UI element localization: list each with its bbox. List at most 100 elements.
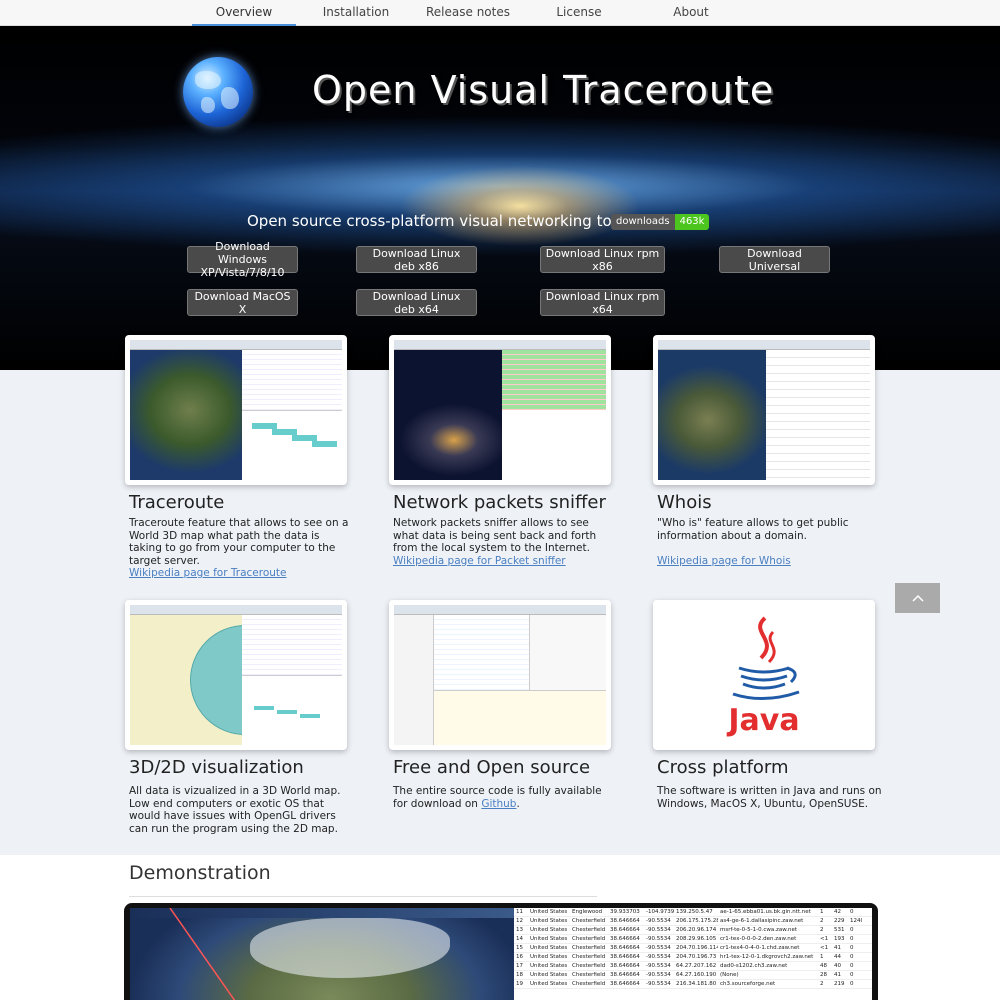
feature-title-open-source: Free and Open source: [393, 757, 591, 778]
download-linux-deb-x86-button[interactable]: Download Linux deb x86: [356, 246, 477, 273]
wikipedia-sniffer-link[interactable]: Wikipedia page for Packet sniffer: [393, 555, 566, 567]
table-cell: 1240: [850, 918, 862, 924]
table-cell: United States: [530, 918, 568, 924]
badge-value: 463k: [674, 214, 710, 230]
table-cell: 48: [820, 963, 827, 969]
feature-text-visualization: All data is vizualized in a 3D World map…: [129, 785, 341, 835]
table-cell: 11: [516, 909, 523, 915]
table-cell: United States: [530, 936, 568, 942]
table-cell: Englewood: [572, 909, 603, 915]
table-row[interactable]: 17 United States Chesterfield 38.646664 -90.…: [514, 962, 872, 971]
java-logo-card: Java: [653, 600, 875, 750]
github-link[interactable]: Github: [481, 798, 516, 810]
feature-title-cross-platform: Cross platform: [657, 757, 789, 778]
table-cell: 17: [516, 963, 523, 969]
table-cell: United States: [530, 909, 568, 915]
demonstration-title: Demonstration: [129, 862, 271, 884]
table-cell: 2: [820, 927, 824, 933]
java-logo-text: Java: [726, 703, 799, 738]
traceroute-screenshot[interactable]: [125, 335, 347, 485]
demo-map: [130, 908, 514, 1000]
table-cell: 0: [850, 945, 854, 951]
table-cell: 13: [516, 927, 523, 933]
wikipedia-traceroute-link[interactable]: Wikipedia page for Traceroute: [129, 567, 286, 579]
table-cell: -90.5534: [646, 981, 671, 987]
table-cell: 0: [850, 954, 854, 960]
table-row[interactable]: 12 United States Chesterfield 38.646664 -90.…: [514, 917, 872, 926]
site-title: Open Visual Traceroute: [312, 68, 775, 112]
table-cell: 41: [834, 972, 841, 978]
table-cell: 41: [834, 945, 841, 951]
table-cell: 64.27.207.162: [676, 963, 717, 969]
java-logo-icon: Java: [726, 616, 800, 738]
download-linux-rpm-x64-button[interactable]: Download Linux rpm x64: [540, 289, 665, 316]
table-row[interactable]: 13 United States Chesterfield 38.646664 -90.…: [514, 926, 872, 935]
visualization-screenshot[interactable]: [125, 600, 347, 750]
download-linux-deb-x64-button[interactable]: Download Linux deb x64: [356, 289, 477, 316]
downloads-badge: downloads 463k: [611, 214, 710, 230]
table-cell: 40: [834, 963, 841, 969]
nav-overview[interactable]: Overview: [192, 5, 296, 26]
table-row[interactable]: 14 United States Chesterfield 38.646664 -90.…: [514, 935, 872, 944]
table-row[interactable]: 11 United States Englewood 39.933703 -104.97…: [514, 908, 872, 917]
table-cell: hr1-tex-12-0-1.dkgrovch2.zaw.net: [720, 954, 814, 960]
feature-title-whois: Whois: [657, 492, 712, 513]
table-cell: 216.34.181.80: [676, 981, 717, 987]
table-cell: 204.70.196.114: [676, 945, 718, 951]
sniffer-screenshot[interactable]: [389, 335, 611, 485]
download-macos-button[interactable]: Download MacOS X: [187, 289, 298, 316]
table-cell: as4-ge-6-1.dallasipinc.zaw.net: [720, 918, 804, 924]
table-cell: -90.5534: [646, 954, 671, 960]
source-code-screenshot[interactable]: [389, 600, 611, 750]
table-cell: United States: [530, 963, 568, 969]
feature-desc-suffix: .: [516, 797, 520, 810]
table-cell: 42: [834, 909, 841, 915]
table-row[interactable]: 19 United States Chesterfield 38.646664 -90.…: [514, 980, 872, 989]
nav-license[interactable]: License: [548, 5, 610, 26]
table-cell: 18: [516, 972, 523, 978]
table-cell: 14: [516, 936, 523, 942]
hero-banner: Open Visual Traceroute Open source cross…: [0, 26, 1000, 370]
table-cell: 39.933703: [610, 909, 640, 915]
demo-video-frame[interactable]: 11 United States Englewood 39.933703 -104.97…: [124, 903, 878, 1000]
table-cell: -90.5534: [646, 927, 671, 933]
table-cell: 0: [850, 927, 854, 933]
table-cell: 16: [516, 954, 523, 960]
table-cell: 44: [834, 954, 841, 960]
table-cell: 28: [820, 972, 827, 978]
globe-logo-icon: [183, 57, 253, 127]
table-cell: 206.20.96.174: [676, 927, 717, 933]
table-cell: Chesterfield: [572, 927, 606, 933]
table-cell: 38.646664: [610, 963, 640, 969]
chevron-up-icon[interactable]: [895, 583, 940, 613]
table-cell: 2: [820, 918, 824, 924]
wikipedia-whois-link[interactable]: Wikipedia page for Whois: [657, 555, 791, 567]
download-windows-button[interactable]: Download Windows XP/Vista/7/8/10: [187, 240, 298, 279]
nav-installation[interactable]: Installation: [313, 5, 399, 26]
table-cell: United States: [530, 927, 568, 933]
top-nav: Overview Installation Release notes Lice…: [0, 0, 1000, 26]
table-row[interactable]: 16 United States Chesterfield 38.646664 -90.…: [514, 953, 872, 962]
table-cell: <1: [820, 945, 829, 951]
whois-screenshot[interactable]: [653, 335, 875, 485]
table-row[interactable]: 18 United States Chesterfield 38.646664 -90.…: [514, 971, 872, 980]
table-cell: Chesterfield: [572, 981, 606, 987]
table-cell: 1: [820, 909, 824, 915]
table-cell: ae-1-65.ebba01.us.bk.gin.ntt.net: [720, 909, 811, 915]
feature-text-sniffer: Network packets sniffer allows to see wh…: [393, 517, 618, 567]
feature-title-visualization: 3D/2D visualization: [129, 757, 304, 778]
download-linux-rpm-x86-button[interactable]: Download Linux rpm x86: [540, 246, 665, 273]
nav-about[interactable]: About: [664, 5, 718, 26]
table-cell: -104.9739: [646, 909, 674, 915]
table-cell: 139.250.5.47: [676, 909, 713, 915]
table-cell: (None): [720, 972, 739, 978]
table-cell: 0: [850, 972, 854, 978]
nav-release-notes[interactable]: Release notes: [420, 5, 516, 26]
divider: [129, 896, 597, 897]
table-cell: -90.5534: [646, 945, 671, 951]
table-cell: 206.175.175.28: [676, 918, 718, 924]
download-universal-button[interactable]: Download Universal: [719, 246, 830, 273]
table-cell: 38.646664: [610, 945, 640, 951]
table-row[interactable]: 15 United States Chesterfield 38.646664 -90.…: [514, 944, 872, 953]
table-cell: United States: [530, 945, 568, 951]
